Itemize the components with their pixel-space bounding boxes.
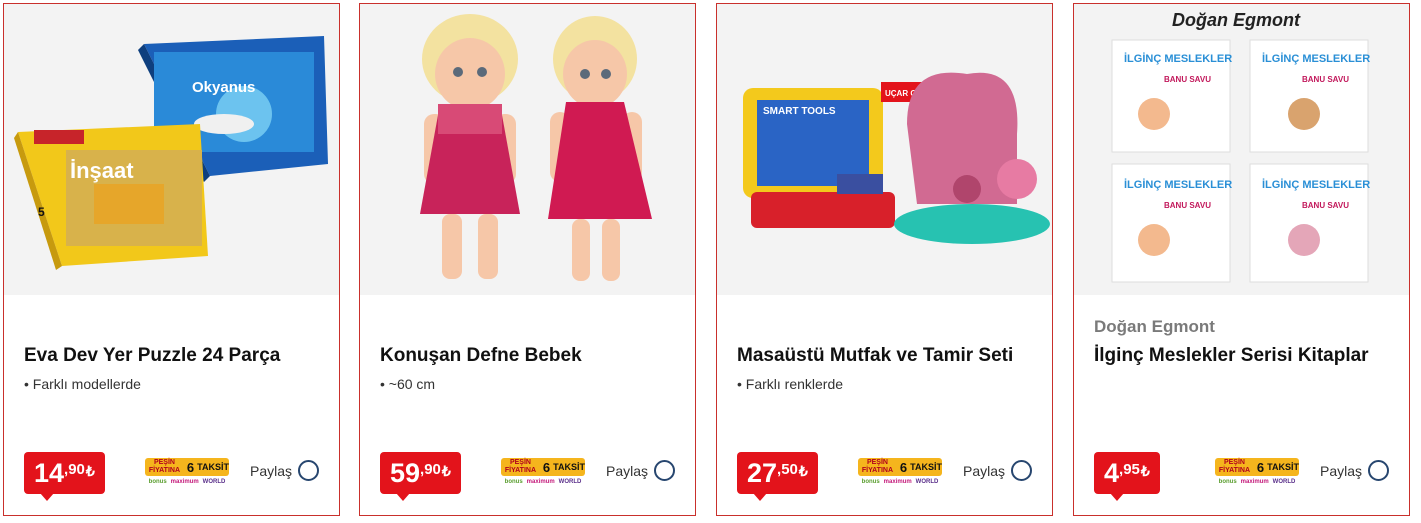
price-tag: 14 ,90 ₺ [24, 452, 105, 501]
book-covers: İLGİNÇ MESLEKLER İLGİNÇ MESLEKLER İLGİNÇ… [1111, 39, 1370, 283]
installment-badge: PEŞİN FİYATINA 6 TAKSİT bonus maximum WO… [501, 458, 585, 492]
doll-left [420, 14, 520, 279]
price-tag: 4 ,95 ₺ [1094, 452, 1160, 501]
share-button[interactable]: Paylaş [963, 460, 1033, 481]
kitchen-set: UÇAR OYUNCAK [881, 72, 1050, 244]
installment-badge: PEŞİN FİYATINA 6 TAKSİT bonus maximum WO… [1215, 458, 1299, 492]
product-card[interactable]: Okyanus İnşaat 5 Eva Dev Yer Puzzle 24 P… [3, 3, 340, 516]
playset-illustration: SMART TOOLS UÇAR OYUNCAK [743, 72, 1050, 244]
doll-right [548, 16, 652, 281]
price-decimal: ,90 [64, 461, 85, 478]
bonus-logo: bonus [504, 479, 523, 485]
world-logo: WORLD [202, 479, 226, 485]
share-circle-icon[interactable] [298, 460, 320, 481]
share-label: Paylaş [1320, 462, 1363, 479]
currency-icon: ₺ [85, 463, 95, 479]
doll-illustration [420, 14, 652, 281]
installment-word: TAKSİT [910, 462, 942, 472]
product-image-puzzle[interactable]: Okyanus İnşaat 5 [4, 4, 339, 295]
installment-cash-price-label: PEŞİN FİYATINA [148, 459, 181, 474]
currency-icon: ₺ [1140, 463, 1150, 479]
books-illustration: Doğan Egmont İLGİNÇ MESLEKLER İLGİNÇ MES… [1111, 10, 1370, 283]
product-title[interactable]: Eva Dev Yer Puzzle 24 Parça [24, 345, 280, 367]
product-image-books[interactable]: Doğan Egmont İLGİNÇ MESLEKLER İLGİNÇ MES… [1074, 4, 1409, 295]
svg-text:İLGİNÇ MESLEKLER: İLGİNÇ MESLEKLER [1262, 52, 1370, 65]
installment-count: 6 [899, 459, 908, 475]
currency-icon: ₺ [441, 463, 451, 479]
svg-text:BANU SAVU: BANU SAVU [1164, 75, 1211, 84]
installment-cash-price-label: PEŞİN FİYATINA [1218, 459, 1251, 474]
product-title[interactable]: Konuşan Defne Bebek [380, 345, 582, 367]
share-label: Paylaş [606, 462, 649, 479]
product-image-playset[interactable]: SMART TOOLS UÇAR OYUNCAK [717, 4, 1052, 295]
installment-badge: PEŞİN FİYATINA 6 TAKSİT bonus maximum WO… [145, 458, 229, 492]
bonus-logo: bonus [861, 479, 880, 485]
product-card[interactable]: Doğan Egmont İLGİNÇ MESLEKLER İLGİNÇ MES… [1073, 3, 1410, 516]
smart-tools-label: SMART TOOLS [763, 106, 836, 117]
installment-cash-price-label: PEŞİN FİYATINA [861, 459, 894, 474]
okyanus-label: Okyanus [192, 79, 255, 96]
product-feature: • ~60 cm [380, 376, 436, 392]
svg-text:İLGİNÇ MESLEKLER: İLGİNÇ MESLEKLER [1124, 178, 1232, 191]
share-button[interactable]: Paylaş [606, 460, 676, 481]
svg-text:BANU SAVU: BANU SAVU [1164, 201, 1211, 210]
svg-text:İLGİNÇ MESLEKLER: İLGİNÇ MESLEKLER [1262, 178, 1370, 191]
price-decimal: ,50 [777, 461, 798, 478]
installment-count: 6 [1256, 459, 1265, 475]
share-label: Paylaş [963, 462, 1006, 479]
price-integer: 27 [747, 458, 778, 488]
svg-text:BANU SAVU: BANU SAVU [1302, 75, 1349, 84]
tool-bench: SMART TOOLS [743, 88, 895, 228]
price-integer: 4 [1104, 458, 1120, 488]
installment-word: TAKSİT [1267, 462, 1299, 472]
price-integer: 59 [390, 458, 421, 488]
product-image-doll[interactable] [360, 4, 695, 295]
product-brand: Doğan Egmont [1094, 317, 1215, 336]
product-card[interactable]: Konuşan Defne Bebek • ~60 cm 59 ,90 ₺ PE… [359, 3, 696, 516]
share-circle-icon[interactable] [1368, 460, 1390, 481]
share-circle-icon[interactable] [654, 460, 676, 481]
product-card[interactable]: SMART TOOLS UÇAR OYUNCAK Masaüstü Mutfak… [716, 3, 1053, 516]
maximum-logo: maximum [170, 479, 199, 485]
svg-text:BANU SAVU: BANU SAVU [1302, 201, 1349, 210]
price-integer: 14 [34, 458, 65, 488]
price-tag: 27 ,50 ₺ [737, 452, 818, 501]
price-decimal: ,95 [1119, 461, 1140, 478]
price-decimal: ,90 [420, 461, 441, 478]
bonus-logo: bonus [148, 479, 167, 485]
book-publisher-label: Doğan Egmont [1172, 10, 1301, 30]
product-title[interactable]: Masaüstü Mutfak ve Tamir Seti [737, 345, 1013, 367]
currency-icon: ₺ [798, 463, 808, 479]
maximum-logo: maximum [526, 479, 555, 485]
maximum-logo: maximum [883, 479, 912, 485]
installment-badge: PEŞİN FİYATINA 6 TAKSİT bonus maximum WO… [858, 458, 942, 492]
svg-text:İLGİNÇ MESLEKLER: İLGİNÇ MESLEKLER [1124, 52, 1232, 65]
installment-word: TAKSİT [553, 462, 585, 472]
installment-word: TAKSİT [197, 462, 229, 472]
share-button[interactable]: Paylaş [250, 460, 320, 481]
product-feature: • Farklı renklerde [737, 376, 844, 392]
product-feature: • Farklı modellerde [24, 376, 141, 392]
installment-cash-price-label: PEŞİN FİYATINA [504, 459, 537, 474]
maximum-logo: maximum [1240, 479, 1269, 485]
share-circle-icon[interactable] [1011, 460, 1033, 481]
share-button[interactable]: Paylaş [1320, 460, 1390, 481]
world-logo: WORLD [558, 479, 582, 485]
insaat-label: İnşaat [70, 158, 134, 183]
bonus-logo: bonus [1218, 479, 1237, 485]
world-logo: WORLD [915, 479, 939, 485]
installment-count: 6 [542, 459, 551, 475]
puzzle-boxes-illustration: Okyanus İnşaat 5 [14, 36, 328, 270]
price-tag: 59 ,90 ₺ [380, 452, 461, 501]
insaat-box: İnşaat 5 [14, 124, 208, 270]
age-label: 5 [38, 205, 45, 219]
product-title[interactable]: İlginç Meslekler Serisi Kitaplar [1094, 345, 1369, 367]
share-label: Paylaş [250, 462, 293, 479]
world-logo: WORLD [1272, 479, 1296, 485]
installment-count: 6 [186, 459, 195, 475]
